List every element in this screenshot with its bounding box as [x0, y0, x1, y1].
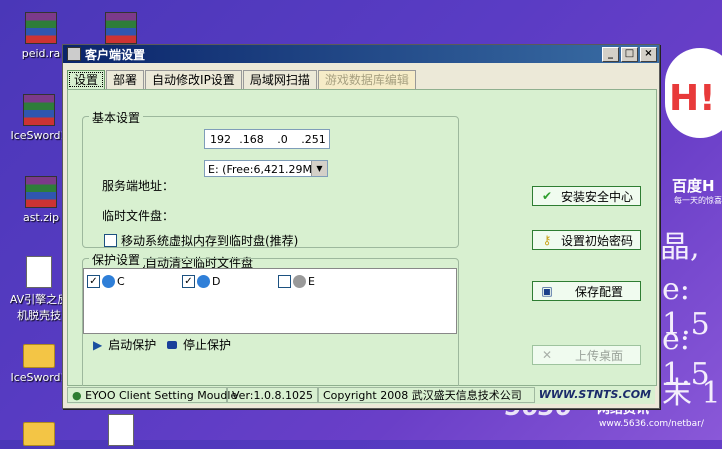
- folder-icon: [23, 344, 55, 368]
- protect-settings-title: 保护设置: [89, 251, 144, 268]
- disk-icon: [102, 275, 115, 288]
- play-icon: ▶: [93, 337, 103, 352]
- minimize-icon[interactable]: _: [602, 46, 619, 62]
- check-icon: ✔: [541, 189, 553, 203]
- floppy-icon: ▣: [541, 284, 553, 298]
- drive-e[interactable]: E: [278, 275, 315, 288]
- tab-auto-ip[interactable]: 自动修改IP设置: [145, 70, 242, 89]
- brand-letter: H!: [669, 78, 716, 119]
- drive-c[interactable]: ✓ C: [87, 275, 125, 288]
- move-vmem-label: 移动系统虚拟内存到临时盘(推荐): [121, 234, 299, 248]
- status-app: ● EYOO Client Setting Moudle: [67, 387, 237, 403]
- status-copyright: Copyright 2008 武汉盛天信息技术公司: [317, 387, 535, 403]
- brand-sub: 每一天的惊喜: [674, 196, 722, 205]
- archive-icon: [25, 12, 57, 44]
- bg-text-4: 末 1: [662, 376, 721, 411]
- archive-icon: [105, 12, 137, 44]
- drive-d-checkbox[interactable]: ✓: [182, 275, 195, 288]
- bg-text-1: 晶,: [660, 230, 700, 265]
- window-title: 客户端设置: [85, 47, 146, 62]
- temp-disk-select[interactable]: E: (Free:6,421.29MB) ▼: [204, 160, 328, 177]
- disk-icon: [197, 275, 210, 288]
- paint-icon: [108, 414, 134, 446]
- upload-desktop-button[interactable]: ✕ 上传桌面: [532, 345, 641, 365]
- stop-protect-button[interactable]: 停止保护: [167, 336, 231, 353]
- tab-deploy[interactable]: 部署: [106, 70, 145, 89]
- cross-icon: ✕: [541, 348, 553, 362]
- save-config-button[interactable]: ▣ 保存配置: [532, 281, 641, 301]
- key-icon: ⚷: [542, 233, 552, 247]
- maximize-icon[interactable]: □: [621, 46, 638, 62]
- drive-d[interactable]: ✓ D: [182, 275, 220, 288]
- status-icon: ●: [72, 389, 82, 402]
- client-settings-window: 客户端设置 _ □ × 设置 部署 自动修改IP设置 局域网扫描 游戏数据库编辑…: [62, 44, 660, 409]
- tab-bar: 设置 部署 自动修改IP设置 局域网扫描 游戏数据库编辑: [67, 70, 417, 89]
- install-security-button[interactable]: ✔ 安装安全中心: [532, 186, 641, 206]
- desktop-icon-peid-2[interactable]: [88, 12, 154, 47]
- basic-settings-title: 基本设置: [89, 109, 144, 126]
- drive-c-checkbox[interactable]: ✓: [87, 275, 100, 288]
- tab-lan-scan[interactable]: 局域网扫描: [242, 70, 317, 89]
- move-vmem-checkbox[interactable]: [104, 234, 117, 247]
- chevron-down-icon[interactable]: ▼: [311, 161, 327, 176]
- title-bar[interactable]: 客户端设置 _ □ ×: [63, 45, 659, 63]
- set-password-button[interactable]: ⚷ 设置初始密码: [532, 230, 641, 250]
- start-protect-button[interactable]: ▶ 启动保护: [93, 336, 156, 353]
- stop-icon: [167, 340, 177, 349]
- tab-settings[interactable]: 设置: [67, 70, 106, 89]
- server-address-label: 服务端地址：: [102, 179, 175, 193]
- temp-disk-label: 临时文件盘：: [102, 209, 175, 223]
- drive-e-checkbox[interactable]: [278, 275, 291, 288]
- watermark-url: www.5636.com/netbar/: [599, 419, 704, 429]
- server-ip-input[interactable]: 192 .168 .0 .251: [204, 129, 330, 149]
- status-site[interactable]: WWW.STNTS.COM: [535, 387, 655, 403]
- close-icon[interactable]: ×: [640, 46, 657, 62]
- archive-icon: [25, 176, 57, 208]
- drive-list: ✓ C ✓ D E: [83, 268, 457, 334]
- desktop-icon-paint[interactable]: [88, 414, 154, 449]
- archive-icon: [23, 94, 55, 126]
- status-bar: ● EYOO Client Setting Moudle Ver:1.0.8.1…: [67, 386, 655, 404]
- document-icon: [26, 256, 52, 288]
- brand-logo: H!: [665, 48, 722, 138]
- tab-game-db[interactable]: 游戏数据库编辑: [317, 70, 416, 89]
- desktop-icon-folder-bottom[interactable]: [6, 414, 72, 449]
- disk-icon: [293, 275, 306, 288]
- status-version: Ver:1.0.8.1025: [227, 387, 318, 403]
- app-icon: [67, 47, 81, 61]
- brand-name: 百度H: [672, 177, 715, 195]
- folder-icon: [23, 422, 55, 446]
